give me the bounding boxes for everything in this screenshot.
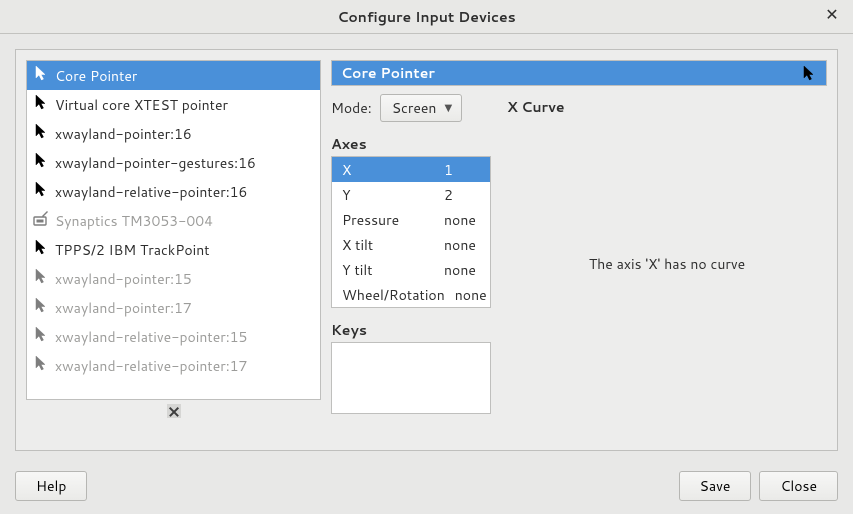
axes-name: X tilt — [342, 235, 444, 255]
cursor-icon — [801, 65, 817, 81]
below-device-list — [26, 402, 321, 420]
axes-value: none — [444, 235, 482, 255]
device-list-item-label: xwayland-relative-pointer:16 — [55, 182, 247, 202]
axes-name: X — [342, 160, 444, 180]
dialog-frame: Core Pointer Virtual core XTEST pointer … — [15, 49, 838, 451]
missing-image-icon — [167, 404, 181, 418]
curve-empty-message: The axis 'X' has no curve — [507, 107, 827, 420]
device-list-item[interactable]: xwayland-pointer:17 — [27, 293, 320, 322]
device-list-item-label: xwayland-pointer:15 — [55, 269, 192, 289]
device-panel-title: Core Pointer — [341, 63, 435, 83]
axes-value: none — [455, 285, 487, 305]
mode-label: Mode: — [331, 98, 372, 118]
cursor-icon — [33, 326, 49, 347]
device-list-item-label: Core Pointer — [55, 66, 137, 86]
cursor-icon — [33, 181, 49, 202]
axes-row[interactable]: Pressurenone — [332, 207, 490, 232]
device-list-item-label: xwayland-pointer:16 — [55, 124, 192, 144]
axes-row[interactable]: X tiltnone — [332, 232, 490, 257]
cursor-icon — [33, 355, 49, 376]
device-panel-header: Core Pointer — [331, 60, 827, 86]
axes-name: Y tilt — [342, 260, 444, 280]
cursor-icon — [33, 123, 49, 144]
tablet-icon — [33, 210, 49, 231]
cursor-icon — [33, 239, 49, 260]
chevron-down-icon: ▼ — [444, 101, 452, 115]
axes-row[interactable]: X1 — [332, 157, 490, 182]
device-list-item-label: xwayland-pointer-gestures:16 — [55, 153, 256, 173]
device-list-item[interactable]: Virtual core XTEST pointer — [27, 90, 320, 119]
device-list-item[interactable]: xwayland-relative-pointer:15 — [27, 322, 320, 351]
axes-table[interactable]: X1Y2PressurenoneX tiltnoneY tiltnoneWhee… — [331, 156, 491, 308]
axes-name: Y — [342, 185, 444, 205]
device-list-item-label: xwayland-relative-pointer:17 — [55, 356, 247, 376]
axes-name: Wheel/Rotation — [342, 285, 455, 305]
keys-list[interactable] — [331, 342, 491, 414]
cursor-icon — [33, 297, 49, 318]
cursor-icon — [33, 94, 49, 115]
help-button[interactable]: Help — [15, 471, 87, 501]
axes-heading: Axes — [331, 134, 491, 154]
close-button[interactable]: Close — [759, 471, 838, 501]
device-list-item[interactable]: TPPS/2 IBM TrackPoint — [27, 235, 320, 264]
keys-heading: Keys — [331, 320, 491, 340]
device-list-item[interactable]: xwayland-pointer:15 — [27, 264, 320, 293]
device-list-item-label: TPPS/2 IBM TrackPoint — [55, 240, 210, 260]
axes-value: none — [444, 210, 482, 230]
axes-row[interactable]: Y tiltnone — [332, 257, 490, 282]
device-list-item-label: xwayland-pointer:17 — [55, 298, 192, 318]
cursor-icon — [33, 65, 49, 86]
mode-select-value: Screen — [392, 98, 437, 118]
device-list-item[interactable]: Core Pointer — [27, 61, 320, 90]
save-button[interactable]: Save — [679, 471, 752, 501]
axes-value: 1 — [444, 160, 482, 180]
window-title: Configure Input Devices — [337, 7, 515, 27]
device-list-item[interactable]: xwayland-relative-pointer:17 — [27, 351, 320, 380]
window-titlebar: Configure Input Devices ✕ — [0, 0, 853, 34]
axes-value: 2 — [444, 185, 482, 205]
axes-row[interactable]: Wheel/Rotationnone — [332, 282, 490, 307]
close-icon[interactable]: ✕ — [823, 6, 841, 24]
device-list-item[interactable]: Synaptics TM3053-004 — [27, 206, 320, 235]
device-list[interactable]: Core Pointer Virtual core XTEST pointer … — [26, 60, 321, 400]
device-list-item[interactable]: xwayland-pointer:16 — [27, 119, 320, 148]
device-list-item-label: Virtual core XTEST pointer — [55, 95, 228, 115]
mode-select[interactable]: Screen ▼ — [380, 94, 462, 122]
device-list-item[interactable]: xwayland-relative-pointer:16 — [27, 177, 320, 206]
device-list-item[interactable]: xwayland-pointer-gestures:16 — [27, 148, 320, 177]
cursor-icon — [33, 268, 49, 289]
device-list-item-label: xwayland-relative-pointer:15 — [55, 327, 247, 347]
axes-value: none — [444, 260, 482, 280]
cursor-icon — [33, 152, 49, 173]
axes-name: Pressure — [342, 210, 444, 230]
axes-row[interactable]: Y2 — [332, 182, 490, 207]
device-list-item-label: Synaptics TM3053-004 — [55, 211, 213, 231]
